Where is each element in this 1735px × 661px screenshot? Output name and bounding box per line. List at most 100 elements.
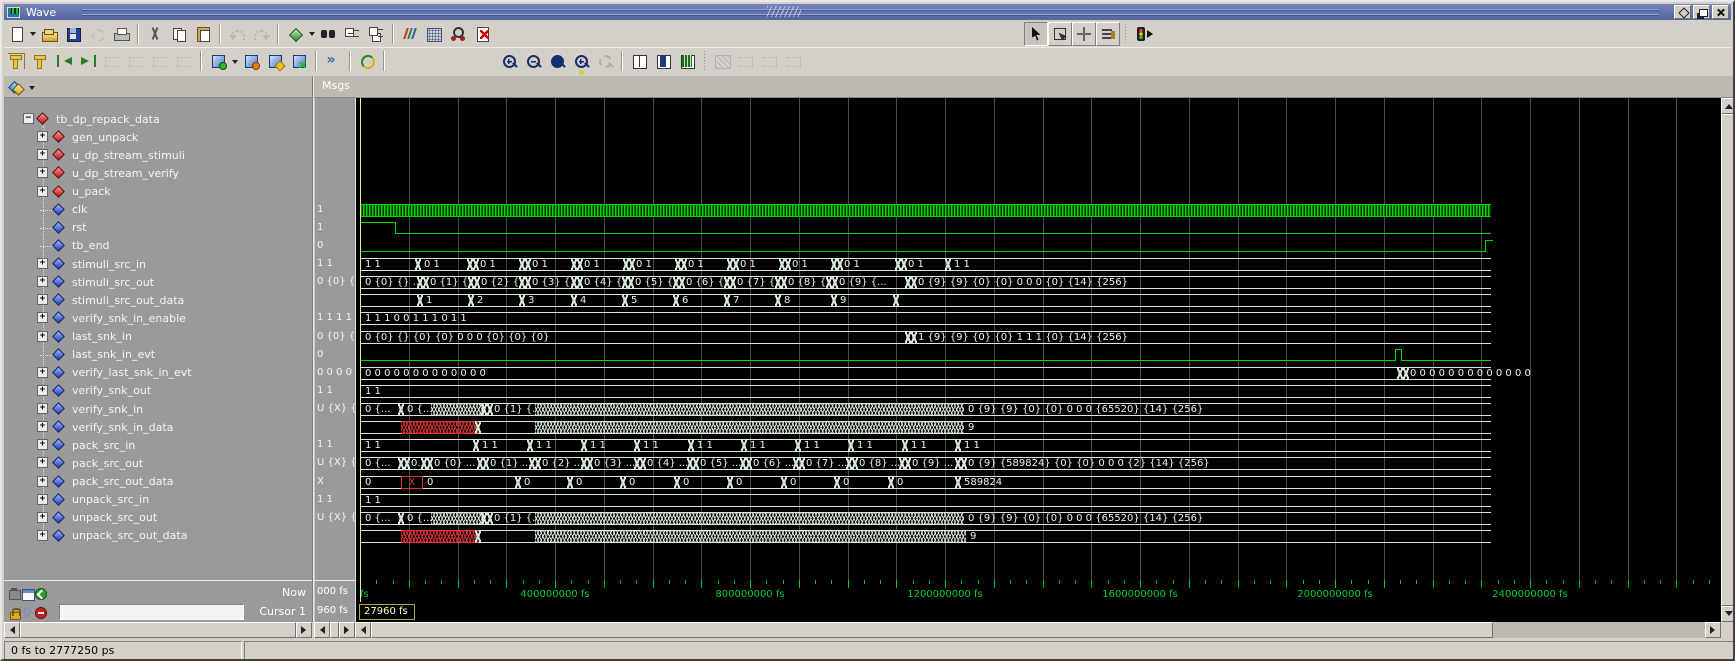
vscroll-up-button[interactable] [1721,98,1735,114]
add-wave-dropdown[interactable] [307,22,316,46]
cursor1-time-box[interactable]: 27960 fs [359,604,415,620]
signal-row[interactable]: +pack_src_out [4,454,312,472]
vscroll-thumb[interactable] [1721,114,1735,606]
expand-box[interactable]: + [37,294,48,305]
cursor-wrench-icon[interactable] [21,606,34,619]
signal-row[interactable]: +verify_snk_in [4,400,312,418]
expand-groups-button[interactable] [364,22,388,46]
cursor-remove-icon[interactable] [34,606,47,619]
edit-mode-button[interactable] [1096,22,1120,46]
new-file-button[interactable] [4,22,28,46]
add-wave-button[interactable] [283,22,307,46]
names-hscroll-right-button[interactable] [296,622,312,638]
zoom-out-button[interactable] [521,49,545,73]
next-transition-button[interactable] [76,49,100,73]
wave-hscroll-thumb[interactable] [371,622,1493,638]
signal-row[interactable]: last_snk_in_evt [4,346,312,364]
time-cursor-line[interactable] [360,580,361,602]
open-file-button[interactable] [37,22,61,46]
names-hscrollbar[interactable] [4,622,312,638]
waveform-canvas[interactable]: 1 10 10 10 10 10 10 10 10 10 10 11 10 {0… [355,98,1721,580]
wave-hscroll-right-button[interactable] [1705,622,1721,638]
view-signal-button[interactable] [651,49,675,73]
signal-row[interactable]: +gen_unpack [4,128,312,146]
next-rising-edge-button[interactable] [172,49,196,73]
step-left-button[interactable] [734,49,758,73]
signal-row[interactable]: +last_snk_in [4,328,312,346]
signal-name-panel[interactable]: −tb_dp_repack_data+gen_unpack+u_dp_strea… [4,98,312,580]
signal-row[interactable]: +unpack_src_in [4,491,312,509]
expand-box[interactable]: + [37,476,48,487]
cursor1-label[interactable]: Cursor 1 [259,605,306,618]
add-to-wave-dropdown[interactable] [230,49,239,73]
time-cursor-line[interactable] [360,98,361,580]
show-drivers-button[interactable] [398,22,422,46]
add-to-wave-button[interactable] [206,49,230,73]
event-traceback-button[interactable] [446,22,470,46]
dock-button[interactable] [1674,5,1691,19]
expand-box[interactable]: + [37,457,48,468]
signal-row[interactable]: +u_dp_stream_stimuli [4,146,312,164]
values-hscroll-left-button[interactable] [314,622,330,638]
expand-box[interactable]: + [37,276,48,287]
save-button[interactable] [61,22,85,46]
expand-box[interactable]: + [37,439,48,450]
print-button[interactable] [109,22,133,46]
signal-row[interactable]: +unpack_src_out [4,509,312,527]
signal-row[interactable]: +verify_last_snk_in_evt [4,364,312,382]
expand-box[interactable]: + [37,530,48,541]
signal-row[interactable]: tb_end [4,237,312,255]
jump-to-time-button[interactable] [321,49,345,73]
expand-box[interactable]: + [37,367,48,378]
expand-box[interactable]: + [37,494,48,505]
zoom-in-button[interactable] [497,49,521,73]
expand-box[interactable]: + [37,149,48,160]
cursor1-value[interactable]: 960 fs [317,605,348,616]
values-hscroll-right-button[interactable] [339,622,355,638]
expand-box[interactable]: + [37,331,48,342]
signal-row[interactable]: clk [4,201,312,219]
zoom-mode-button[interactable] [1048,22,1072,46]
vscroll-down-button[interactable] [1721,606,1735,622]
names-hscroll-left-button[interactable] [4,622,20,638]
wave-vscrollbar[interactable] [1721,98,1735,622]
cursor-name-field[interactable] [59,604,244,620]
signal-row[interactable]: +stimuli_src_in [4,255,312,273]
expand-box[interactable]: + [37,403,48,414]
clear-wave-button[interactable] [470,22,494,46]
timeline-area[interactable]: fs 27960 fs 400000000 fs800000000 fs1200… [355,580,1721,622]
find-button[interactable] [316,22,340,46]
signal-row[interactable]: +verify_snk_in_data [4,418,312,436]
edit-in-wave-button[interactable] [263,49,287,73]
cursor-lock-icon[interactable] [8,606,21,619]
values-hscroll-thumb[interactable] [330,622,339,638]
view-memory-button[interactable] [675,49,699,73]
close-button[interactable] [1712,5,1729,19]
reload-button[interactable] [85,22,109,46]
new-file-dropdown[interactable] [28,22,37,46]
remove-from-wave-button[interactable] [239,49,263,73]
expand-box[interactable]: + [37,512,48,523]
msgs-column-header[interactable]: Msgs [315,79,357,92]
title-grip[interactable] [82,9,1659,15]
title-bar[interactable]: Wave [4,4,1731,20]
redo-button[interactable] [249,22,273,46]
signal-value-panel[interactable]: 1101 10 {0} {}1 1 1 10 {0} {}00 0 0 01 1… [314,98,355,580]
prev-rising-edge-button[interactable] [148,49,172,73]
expand-box[interactable]: + [37,167,48,178]
footer-edit-grid-icon[interactable] [21,587,34,600]
signal-row[interactable]: +pack_src_in [4,436,312,454]
step-mid-button[interactable] [758,49,782,73]
signal-row[interactable]: rst [4,219,312,237]
wave-hscrollbar[interactable] [355,622,1721,638]
refresh-display-button[interactable] [355,49,379,73]
zoom-full-button[interactable] [545,49,569,73]
expanded-time-button[interactable] [422,22,446,46]
step-right-button[interactable] [782,49,806,73]
zoom-signal-button[interactable] [593,49,617,73]
prev-falling-edge-button[interactable] [100,49,124,73]
copy-button[interactable] [167,22,191,46]
expand-box[interactable]: + [37,385,48,396]
view-full-button[interactable] [627,49,651,73]
signal-row[interactable]: +verify_snk_in_enable [4,309,312,327]
